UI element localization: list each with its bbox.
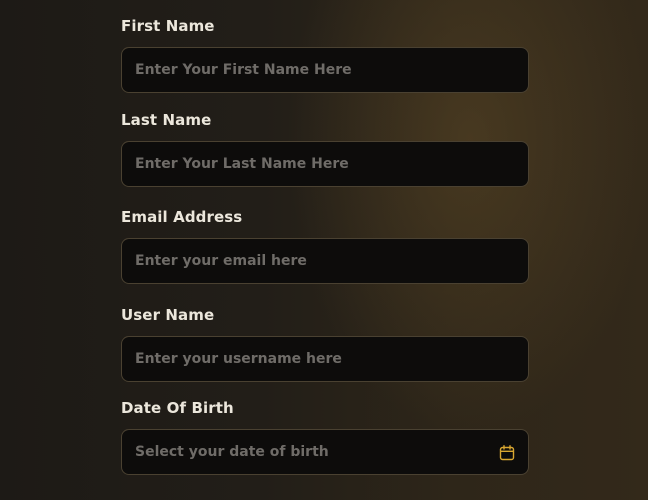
date-of-birth-input[interactable] (121, 429, 529, 475)
email-input[interactable] (121, 238, 529, 284)
username-label: User Name (121, 306, 215, 324)
last-name-input[interactable] (121, 141, 529, 187)
date-of-birth-label: Date Of Birth (121, 399, 234, 417)
last-name-label: Last Name (121, 111, 212, 129)
email-label: Email Address (121, 208, 243, 226)
first-name-label: First Name (121, 17, 215, 35)
first-name-input[interactable] (121, 47, 529, 93)
username-input[interactable] (121, 336, 529, 382)
calendar-icon[interactable] (499, 445, 515, 461)
